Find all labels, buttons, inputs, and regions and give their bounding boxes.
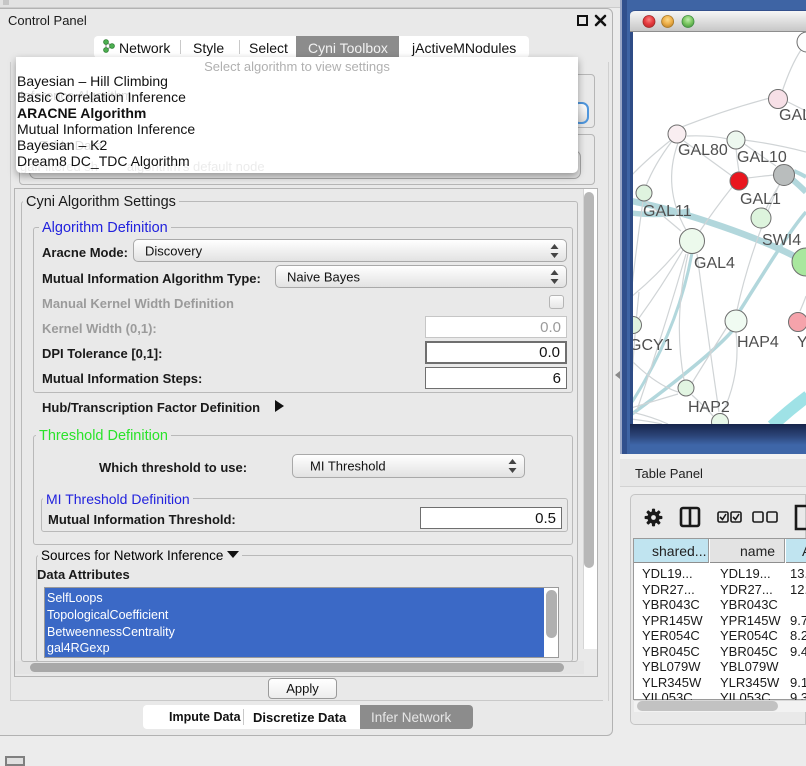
- svg-text:HAP4: HAP4: [737, 334, 779, 351]
- svg-text:GAL11: GAL11: [643, 203, 692, 220]
- svg-text:Y: Y: [797, 334, 806, 351]
- svg-text:GAL4: GAL4: [694, 255, 735, 272]
- svg-text:GAL80: GAL80: [678, 142, 728, 159]
- svg-text:GAL10: GAL10: [737, 149, 787, 166]
- svg-text:GAL7: GAL7: [779, 107, 806, 124]
- svg-text:GCY1: GCY1: [633, 337, 673, 354]
- svg-text:HAP2: HAP2: [688, 399, 730, 416]
- svg-text:SWI4: SWI4: [762, 232, 801, 249]
- svg-text:GAL1: GAL1: [740, 191, 781, 208]
